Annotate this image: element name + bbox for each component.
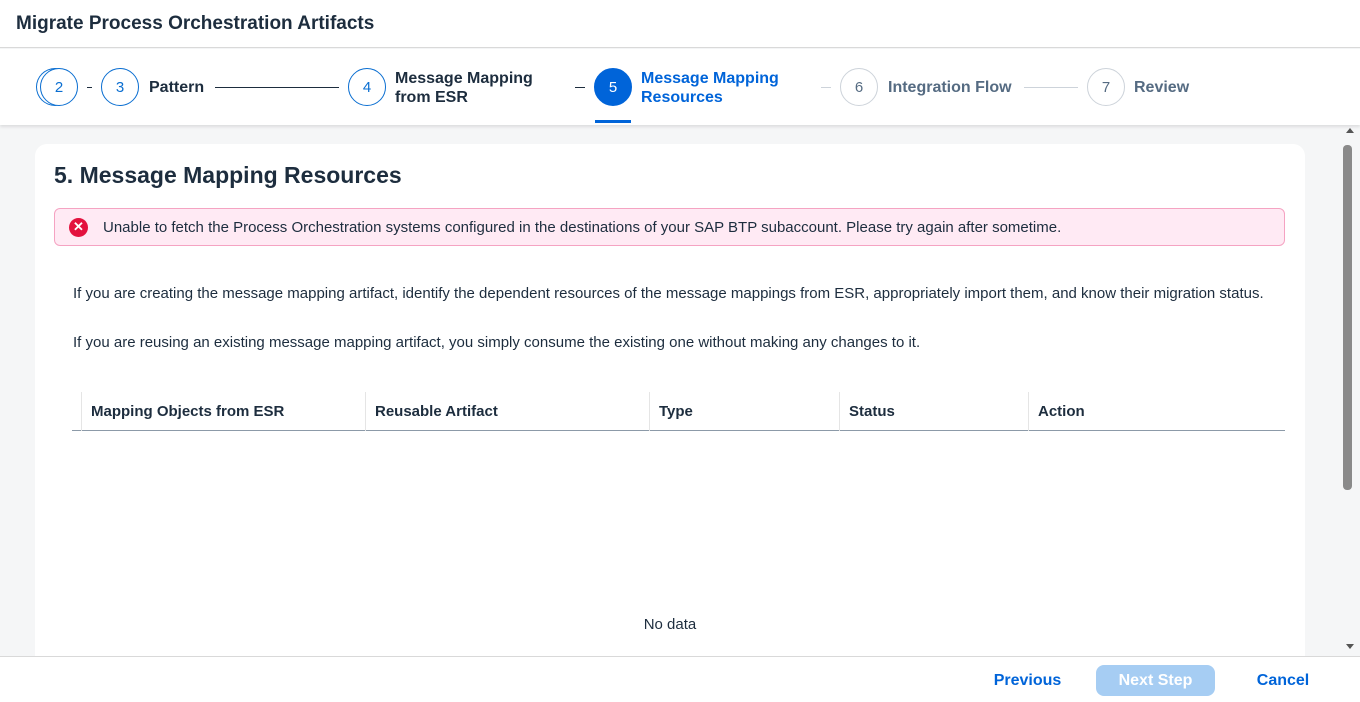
step-label-line: Resources (641, 89, 723, 106)
step-connector (1024, 87, 1078, 88)
step-connector (575, 87, 585, 88)
scroll-up-arrow-icon[interactable] (1346, 128, 1354, 133)
column-header-type[interactable]: Type (649, 392, 839, 431)
wizard-progress-bar: 2 3 Pattern 4 Message Mapping from ESR 5… (0, 49, 1360, 125)
step-connector (215, 87, 339, 88)
step-number: 6 (854, 78, 864, 96)
wizard-step-7: 7 (1087, 68, 1125, 106)
column-header-action[interactable]: Action (1028, 392, 1285, 431)
next-step-button[interactable]: Next Step (1096, 665, 1215, 696)
step-label-line: from ESR (395, 89, 468, 106)
error-message-text: Unable to fetch the Process Orchestratio… (103, 218, 1062, 236)
dialog-footer: Previous Next Step Cancel (0, 656, 1360, 702)
table-empty-text: No data (643, 616, 697, 633)
active-step-indicator (595, 120, 631, 123)
wizard-step-6: 6 (840, 68, 878, 106)
step-number: 7 (1101, 78, 1111, 96)
step-number: 2 (54, 78, 64, 96)
wizard-step-7-label: Review (1134, 79, 1190, 96)
step-number: 3 (115, 78, 125, 96)
column-header-reusable-artifact[interactable]: Reusable Artifact (365, 392, 649, 431)
wizard-step-3-label[interactable]: Pattern (149, 78, 204, 97)
wizard-step-5[interactable]: 5 (594, 68, 632, 106)
content-scrollbar[interactable] (1342, 125, 1360, 656)
step-label-line: Message Mapping (395, 70, 533, 87)
description-paragraph-1: If you are creating the message mapping … (73, 285, 1264, 302)
step-content-card: 5. Message Mapping Resources ✕ Unable to… (35, 144, 1305, 664)
scroll-down-arrow-icon[interactable] (1346, 644, 1354, 649)
wizard-step-4[interactable]: 4 (348, 68, 386, 106)
wizard-step-2[interactable]: 2 (40, 68, 78, 106)
wizard-step-6-label: Integration Flow (888, 79, 1012, 96)
dialog-header: Migrate Process Orchestration Artifacts (0, 0, 1360, 48)
column-header-status[interactable]: Status (839, 392, 1028, 431)
error-icon: ✕ (69, 217, 88, 237)
wizard-step-4-label[interactable]: Message Mapping from ESR (395, 69, 533, 107)
description-paragraph-2: If you are reusing an existing message m… (73, 334, 921, 351)
previous-button[interactable]: Previous (987, 666, 1068, 696)
cancel-button[interactable]: Cancel (1249, 666, 1317, 696)
section-title: 5. Message Mapping Resources (54, 162, 402, 188)
resources-table-header: Mapping Objects from ESR Reusable Artifa… (72, 392, 1285, 431)
step-label-line: Message Mapping (641, 70, 779, 87)
column-header-mapping-objects[interactable]: Mapping Objects from ESR (81, 392, 365, 431)
wizard-step-3[interactable]: 3 (101, 68, 139, 106)
step-connector (821, 87, 831, 88)
scroll-thumb[interactable] (1343, 145, 1352, 490)
wizard-step-5-label[interactable]: Message Mapping Resources (641, 69, 779, 107)
step-number: 4 (362, 78, 372, 96)
step-number: 5 (608, 78, 618, 96)
error-message-strip: ✕ Unable to fetch the Process Orchestrat… (54, 208, 1285, 246)
dialog-title: Migrate Process Orchestration Artifacts (16, 12, 375, 34)
step-connector (87, 87, 92, 88)
